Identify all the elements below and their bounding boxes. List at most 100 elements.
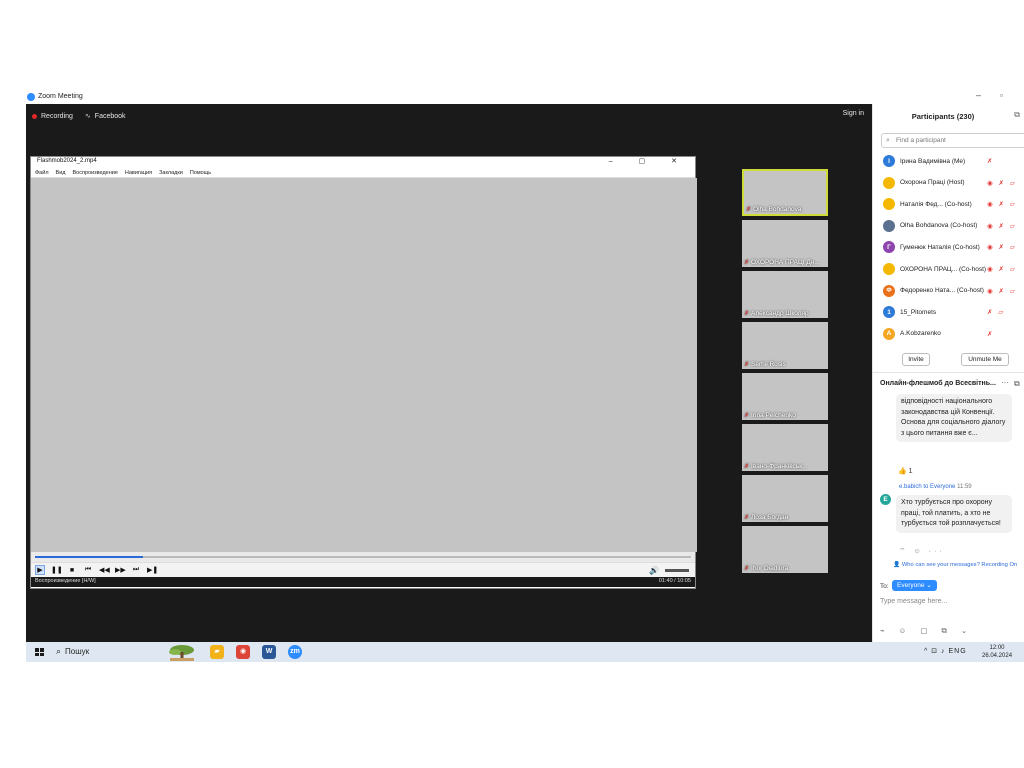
video-tile-name: ✗ Olha Bohdanova — [746, 206, 801, 213]
video-tile[interactable]: ✗ Івано-Франківськ... — [742, 424, 828, 471]
meeting-area: Recording ∿ Facebook Sign in Flashmob202… — [26, 104, 872, 642]
next-button[interactable]: ⏭ — [131, 566, 141, 574]
participant-status-icons[interactable]: ◉ ✗ ▱ — [987, 265, 1017, 273]
participant-name: Olha Bohdanova (Co-host) — [900, 222, 978, 230]
participant-status-icons[interactable]: ✗ ▱ — [987, 308, 1005, 316]
unmute-me-button[interactable]: Unmute Me — [961, 353, 1009, 366]
participants-title: Participants (230) — [911, 112, 975, 121]
participant-status-icons[interactable]: ◉ ✗ ▱ — [987, 179, 1017, 187]
muted-mic-icon: ✗ — [744, 515, 750, 521]
participant-status-icons[interactable]: ◉ ✗ ▱ — [987, 243, 1017, 251]
forward-button[interactable]: ▶▶ — [115, 566, 126, 574]
chrome-icon[interactable]: ◉ — [236, 645, 250, 659]
clock-time: 12:00 — [989, 645, 1005, 651]
menu-file[interactable]: Файл — [35, 170, 49, 176]
participant-row[interactable]: Г Гуменюк Наталія (Co-host) ◉ ✗ ▱ — [883, 238, 1024, 256]
menu-navigation[interactable]: Навигация — [125, 170, 152, 176]
taskbar-search[interactable]: ⌕ Пошук — [56, 646, 89, 657]
participant-row[interactable]: A A.Kobzarenko ✗ — [883, 325, 1024, 343]
word-glyph: W — [265, 648, 273, 655]
participant-name: ОХОРОНА ПРАЦ... (Co-host) — [900, 265, 987, 273]
participant-status-icons[interactable]: ✗ — [987, 330, 994, 338]
windows-start-icon[interactable] — [35, 648, 44, 656]
video-tile[interactable]: ✗ Ihor Diadiura — [742, 526, 828, 573]
avatar: Ф — [883, 284, 895, 297]
pause-button[interactable]: ❚❚ — [51, 566, 63, 574]
sender-name: e.babich — [899, 484, 922, 490]
privacy-notice[interactable]: 👤 Who can see your messages? Recording O… — [893, 562, 1017, 568]
invite-button[interactable]: Invite — [902, 353, 930, 366]
message-input[interactable]: Type message here... — [880, 598, 947, 605]
word-icon[interactable]: W — [262, 645, 276, 659]
player-titlebar: Flashmob2024_2.mp4 – ▢ ✕ — [31, 157, 695, 168]
video-tile-name: ✗ Івано-Франківськ... — [744, 463, 808, 470]
menu-bookmarks[interactable]: Закладки — [159, 170, 183, 176]
recipient-select[interactable]: Everyone ⌄ — [892, 580, 937, 591]
participant-row[interactable]: Olha Bohdanova (Co-host) ◉ ✗ ▱ — [883, 217, 1024, 235]
participant-name: 15_Pitomets — [900, 308, 937, 316]
participant-row[interactable]: І Ірина Вадимівна (Me) ✗ — [883, 152, 1024, 170]
tile-name-text: Irina Pelchenko — [751, 412, 796, 419]
player-file-title: Flashmob2024_2.mp4 — [37, 158, 97, 164]
player-window-controls[interactable]: – ▢ ✕ — [609, 157, 689, 165]
video-tile[interactable]: ✗ Olha Bohdanova — [742, 169, 828, 216]
zoom-logo-icon — [27, 93, 35, 101]
rewind-button[interactable]: ◀◀ — [99, 566, 110, 574]
menu-view[interactable]: Вид — [56, 170, 66, 176]
video-tile[interactable]: ✗ Irina Pelchenko — [742, 373, 828, 420]
volume-slider[interactable] — [665, 568, 689, 572]
tile-name-text: ОХОРОНА ПРАЦІ Дн... — [751, 259, 820, 266]
participant-row[interactable]: 1 15_Pitomets ✗ ▱ — [883, 303, 1024, 321]
video-tile-name: ✗ Ihor Diadiura — [744, 565, 788, 572]
participant-search-input[interactable]: ⌕ Find a participant — [881, 133, 1024, 148]
volume-icon[interactable]: 🔊 — [649, 566, 659, 575]
tile-name-text: Івано-Франківськ... — [751, 463, 808, 470]
play-button[interactable]: ▶ — [35, 565, 45, 575]
chat-sender-line: e.babich to Everyone 11:59 — [899, 484, 972, 490]
participant-status-icons[interactable]: ◉ ✗ ▱ — [987, 287, 1017, 295]
previous-button[interactable]: ⏮ — [83, 566, 93, 574]
video-tile[interactable]: ✗ ОХОРОНА ПРАЦІ Дн... — [742, 220, 828, 267]
seek-bar[interactable] — [31, 552, 695, 562]
video-tile[interactable]: ✗ Serhii Rosis — [742, 322, 828, 369]
menu-help[interactable]: Помощь — [190, 170, 211, 176]
recording-indicator[interactable]: Recording ∿ Facebook — [32, 110, 126, 122]
video-frame[interactable] — [31, 178, 697, 552]
chat-popout-icon[interactable]: ⧉ — [1014, 379, 1020, 389]
avatar: E — [880, 494, 891, 505]
file-explorer-icon[interactable]: ▰ — [210, 645, 224, 659]
compose-toolbar[interactable]: ⌁ ☺ ▢ ⧉ ⌄ — [880, 626, 973, 636]
zoom-app-icon[interactable]: zm — [288, 645, 302, 659]
avatar — [883, 219, 895, 232]
widget-tree-icon[interactable] — [164, 643, 200, 662]
participant-row[interactable]: Ф Федоренко Ната... (Co-host) ◉ ✗ ▱ — [883, 282, 1024, 300]
player-statusbar: Воспроизведение [H/W] 01:40 / 10:05 — [31, 577, 695, 587]
sign-in-link[interactable]: Sign in — [843, 110, 864, 117]
stop-button[interactable]: ■ — [67, 567, 77, 574]
participant-status-icons[interactable]: ◉ ✗ ▱ — [987, 222, 1017, 230]
muted-mic-icon: ✗ — [744, 464, 750, 470]
message-tools[interactable]: ⌔ ☺ ··· — [899, 547, 945, 556]
panel-divider — [873, 372, 1024, 373]
taskbar-clock[interactable]: 12:00 26.04.2024 — [982, 644, 1012, 660]
participant-row[interactable]: Охорона Праці (Host) ◉ ✗ ▱ — [883, 174, 1024, 192]
reaction-badge[interactable]: 👍 1 — [898, 467, 913, 475]
participant-row[interactable]: ОХОРОНА ПРАЦ... (Co-host) ◉ ✗ ▱ — [883, 260, 1024, 278]
avatar — [883, 198, 895, 211]
participant-status-icons[interactable]: ◉ ✗ ▱ — [987, 200, 1017, 208]
popout-icon[interactable]: ⧉ — [1014, 110, 1020, 120]
frame-step-button[interactable]: ▶❚ — [147, 566, 158, 574]
maximize-button[interactable]: ▫ — [1000, 91, 1003, 100]
system-tray[interactable]: ^ ⊡ ♪ ENG — [924, 647, 967, 655]
minimize-button[interactable]: – — [976, 90, 981, 100]
menu-playback[interactable]: Воспроизведение — [72, 170, 117, 176]
participant-status-icons[interactable]: ✗ — [987, 157, 994, 165]
video-tile[interactable]: ✗ Александр Школяр — [742, 271, 828, 318]
video-tile[interactable]: ✗ Лоза Богдан — [742, 475, 828, 522]
video-content — [31, 178, 697, 552]
file-explorer-glyph: ▰ — [214, 648, 220, 655]
participant-row[interactable]: Наталія Фед... (Co-host) ◉ ✗ ▱ — [883, 195, 1024, 213]
to-label: To: — [880, 583, 889, 590]
sender-time: 11:59 — [957, 484, 972, 490]
more-icon[interactable]: ··· — [1001, 378, 1009, 387]
